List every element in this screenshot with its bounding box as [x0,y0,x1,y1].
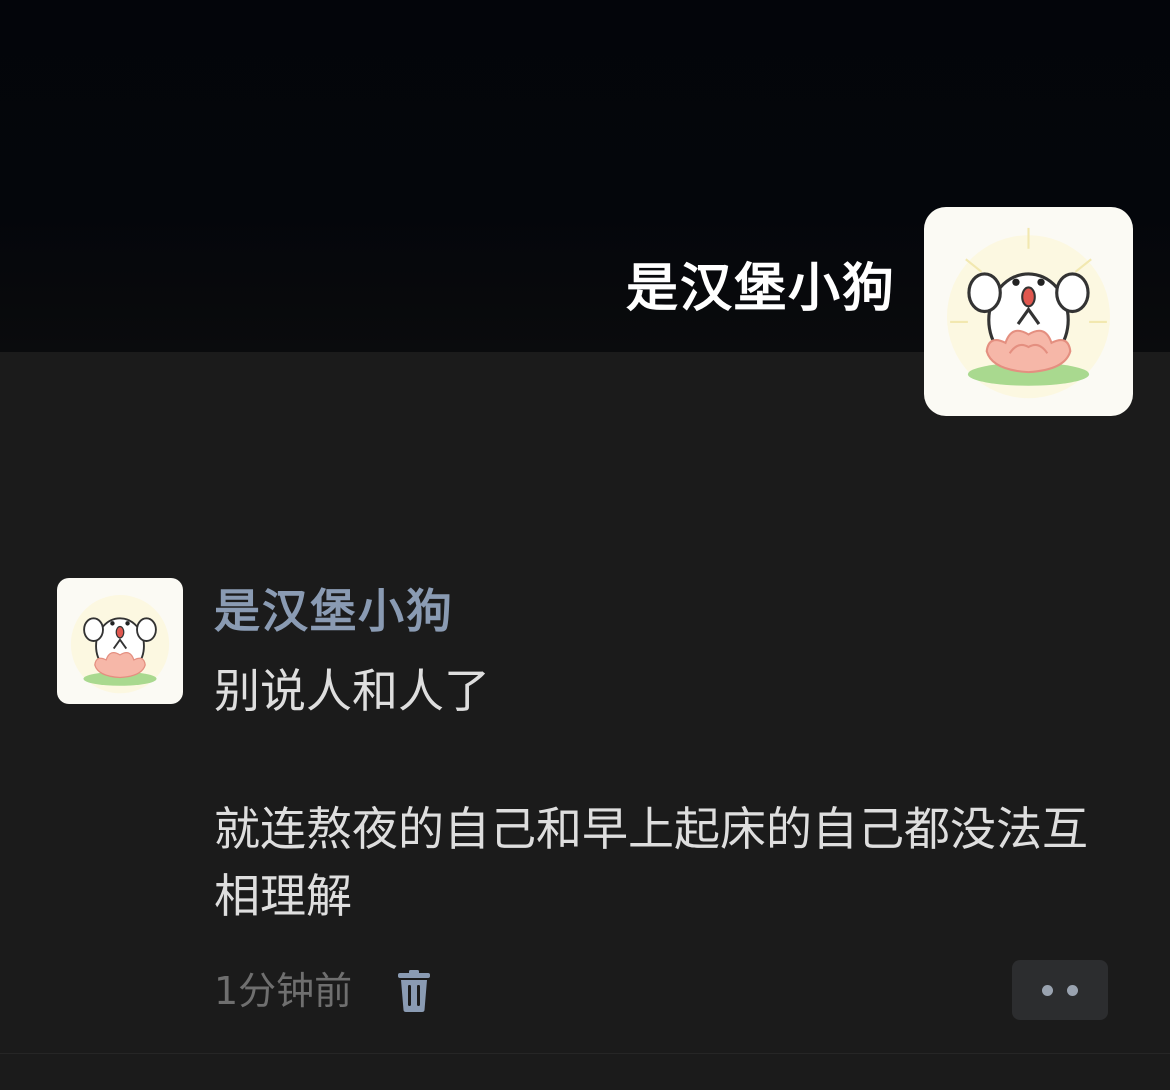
divider [0,1053,1170,1054]
comment-body: 别说人和人了 就连熬夜的自己和早上起床的自己都没法互相理解 [214,658,1114,930]
comment-username[interactable]: 是汉堡小狗 [214,580,454,642]
profile-avatar[interactable] [924,207,1133,416]
more-dots-icon [1067,984,1078,996]
profile-name[interactable]: 是汉堡小狗 [626,258,896,320]
meditating-puppy-icon [946,227,1111,399]
comment-timestamp: 1分钟前 [214,969,353,1013]
trash-icon[interactable] [397,970,431,1012]
meditating-puppy-icon [70,595,170,694]
more-button[interactable] [1012,960,1108,1020]
comment-line: 就连熬夜的自己和早上起床的自己都没法互相理解 [214,802,1088,923]
more-dots-icon [1042,984,1053,996]
comment-line: 别说人和人了 [214,664,490,718]
comment-avatar[interactable] [57,578,183,704]
